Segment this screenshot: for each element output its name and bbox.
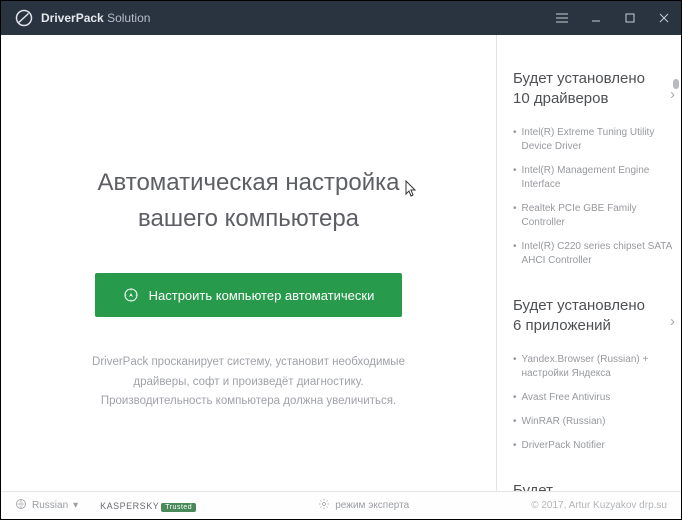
language-label: Russian [32, 500, 68, 511]
close-button[interactable] [647, 1, 681, 35]
app-title: DriverPack Solution [41, 11, 150, 25]
footer-left: Russian ▾ KASPERSKYTrusted [15, 498, 196, 513]
language-selector[interactable]: Russian ▾ [15, 498, 78, 513]
minimize-button[interactable] [579, 1, 613, 35]
desc-line2: драйверы, софт и произведёт диагностику. [31, 373, 466, 393]
scrollbar-thumb[interactable] [673, 79, 679, 89]
chevron-down-icon: ▾ [73, 500, 78, 511]
kaspersky-text: KASPERSKY [100, 501, 159, 511]
gear-icon [318, 498, 330, 513]
apps-section-title[interactable]: Будет установлено 6 приложений › [513, 296, 675, 335]
main-heading: Автоматическая настройка вашего компьюте… [31, 165, 466, 237]
diag-section: Будет произведена [513, 481, 675, 491]
apps-title-line1: Будет установлено [513, 296, 675, 316]
footer: Russian ▾ KASPERSKYTrusted режим эксперт… [1, 491, 681, 519]
desc-line1: DriverPack просканирует систему, установ… [31, 353, 466, 373]
list-item: Realtek PCIe GBE Family Controller [513, 202, 675, 230]
compass-icon [123, 287, 139, 303]
drivers-section: Будет установлено 10 драйверов › Intel(R… [513, 69, 675, 268]
list-item: Intel(R) Extreme Tuning Utility Device D… [513, 126, 675, 154]
apps-title-line2: 6 приложений [513, 316, 675, 336]
kaspersky-badge: KASPERSKYTrusted [100, 501, 196, 511]
sidebar: Будет установлено 10 драйверов › Intel(R… [497, 35, 681, 491]
app-title-light: Solution [107, 11, 150, 25]
globe-icon [15, 498, 27, 513]
window-controls [545, 1, 681, 35]
desc-line3: Производительность компьютера должна уве… [31, 392, 466, 412]
maximize-button[interactable] [613, 1, 647, 35]
app-window: DriverPack Solution Автоматическая настр… [0, 0, 682, 520]
app-logo-icon [15, 9, 33, 27]
expert-mode-label: режим эксперта [335, 500, 409, 511]
cta-label: Настроить компьютер автоматически [149, 288, 375, 303]
titlebar: DriverPack Solution [1, 1, 681, 35]
content: Автоматическая настройка вашего компьюте… [1, 35, 681, 491]
list-item: Intel(R) Management Engine Interface [513, 164, 675, 192]
list-item: DriverPack Notifier [513, 439, 675, 453]
apps-section: Будет установлено 6 приложений › Yandex.… [513, 296, 675, 453]
drivers-title-line1: Будет установлено [513, 69, 675, 89]
main-panel: Автоматическая настройка вашего компьюте… [1, 35, 497, 491]
list-item: Intel(R) C220 series chipset SATA AHCI C… [513, 240, 675, 268]
app-title-bold: DriverPack [41, 11, 104, 25]
copyright: © 2017, Artur Kuzyakov drp.su [531, 500, 667, 511]
list-item: Yandex.Browser (Russian) + настройки Янд… [513, 353, 675, 381]
diag-section-title[interactable]: Будет произведена [513, 481, 675, 491]
trusted-badge: Trusted [161, 503, 196, 512]
diag-title-line1: Будет [513, 481, 675, 491]
titlebar-left: DriverPack Solution [15, 9, 150, 27]
expert-mode-link[interactable]: режим эксперта [318, 498, 409, 513]
drivers-title-line2: 10 драйверов [513, 89, 675, 109]
drivers-section-title[interactable]: Будет установлено 10 драйверов › [513, 69, 675, 108]
menu-button[interactable] [545, 1, 579, 35]
list-item: WinRAR (Russian) [513, 415, 675, 429]
sidebar-scrollbar[interactable] [673, 69, 679, 485]
list-item: Avast Free Antivirus [513, 391, 675, 405]
main-description: DriverPack просканирует систему, установ… [31, 353, 466, 412]
auto-configure-button[interactable]: Настроить компьютер автоматически [95, 273, 403, 317]
heading-line1: Автоматическая настройка [31, 165, 466, 201]
heading-line2: вашего компьютера [31, 201, 466, 237]
